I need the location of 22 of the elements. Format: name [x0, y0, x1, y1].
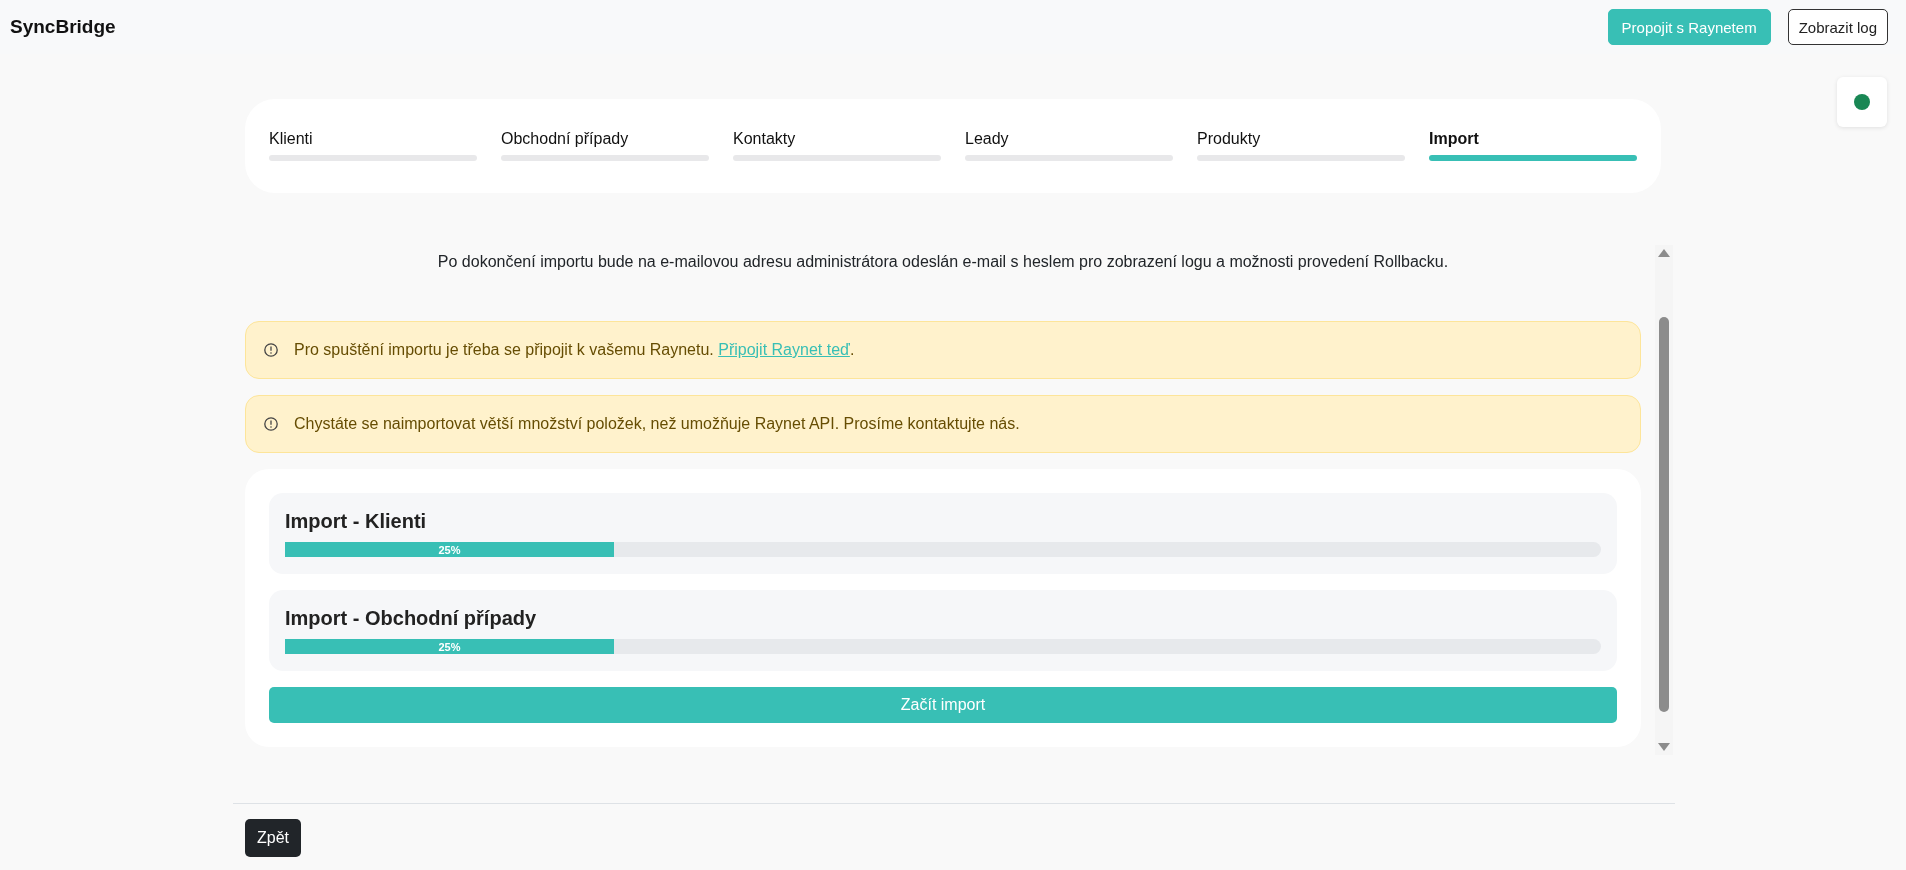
step-tab[interactable]: Import — [1429, 129, 1637, 161]
import-title: Import - Klienti — [285, 509, 428, 534]
scrollbar[interactable] — [1655, 245, 1673, 755]
info-text: Po dokončení importu bude na e-mailovou adresu administrátora odeslán e-mail s heslem pro zobrazení logu a možnosti provedení Rollbacku. — [436, 252, 1450, 272]
alert-text: Pro spuštění importu je třeba se připojit k vašemu Raynetu. Připojit Raynet teď. — [294, 341, 855, 359]
scrollbar-thumb[interactable] — [1659, 317, 1669, 712]
warning-icon — [264, 417, 278, 431]
scroll-down-icon[interactable] — [1658, 743, 1670, 751]
step-tab[interactable]: Obchodní případy — [501, 129, 709, 161]
progress-fill: 25% — [285, 639, 614, 654]
step-tab[interactable]: Leady — [965, 129, 1173, 161]
step-tab[interactable]: Kontakty — [733, 129, 941, 161]
scroll-up-icon[interactable] — [1658, 249, 1670, 257]
step-tab[interactable]: Produkty — [1197, 129, 1405, 161]
step-tab[interactable]: Klienti — [269, 129, 477, 161]
warning-icon — [264, 343, 278, 357]
import-title: Import - Obchodní případy — [285, 606, 538, 631]
back-button[interactable]: Zpět — [245, 819, 301, 857]
log-button[interactable]: Zobrazit log — [1787, 9, 1888, 45]
alert-text: Chystáte se naimportovat větší množství položek, než umožňuje Raynet API. Prosíme kontaktujte nás. — [294, 415, 1020, 433]
progress-fill: 25% — [285, 542, 614, 557]
app-title: SyncBridge — [10, 16, 116, 38]
